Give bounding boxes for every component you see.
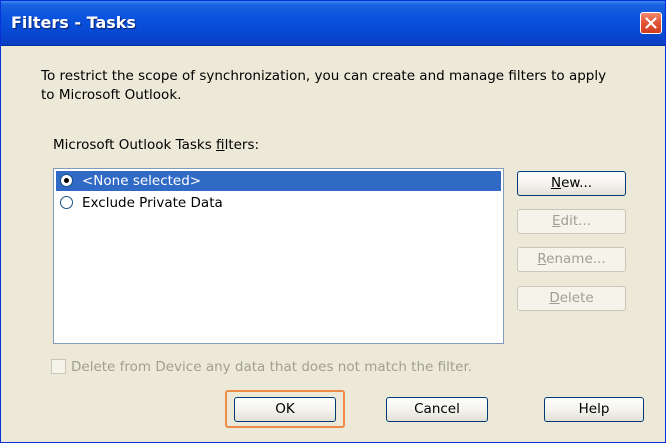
delete-button-label: elete [559, 290, 594, 306]
rename-filter-button[interactable]: Rename... [517, 247, 626, 272]
new-filter-button[interactable]: New... [517, 171, 626, 196]
close-button[interactable] [640, 12, 662, 34]
close-icon [645, 17, 657, 29]
filter-item-label: <None selected> [82, 173, 202, 189]
cancel-button[interactable]: Cancel [386, 397, 488, 422]
radio-checked-icon[interactable] [60, 174, 73, 187]
delete-nonmatching-label: Delete from Device any data that does no… [71, 359, 473, 375]
delete-filter-button[interactable]: Delete [517, 286, 626, 311]
new-button-mnemonic: N [550, 175, 562, 191]
ok-button[interactable]: OK [234, 397, 336, 422]
filter-item-label: Exclude Private Data [82, 195, 223, 211]
title-bar[interactable]: Filters - Tasks [1, 1, 665, 46]
instructions-text: To restrict the scope of synchronization… [41, 68, 607, 103]
edit-filter-button[interactable]: Edit... [517, 209, 626, 234]
rename-button-label: ename... [546, 251, 606, 267]
filters-label-suffix: ilters: [224, 137, 260, 153]
rename-button-mnemonic: R [537, 251, 547, 267]
filters-label-prefix: Microsoft Outlook Tasks [53, 137, 217, 153]
filters-label-mnemonic: f [216, 137, 225, 153]
delete-button-mnemonic: D [549, 290, 560, 306]
radio-unchecked-icon[interactable] [60, 196, 73, 209]
filters-label: Microsoft Outlook Tasks filters: [53, 137, 259, 153]
filters-tasks-dialog: Filters - Tasks To restrict the scope of… [0, 0, 666, 443]
edit-button-label: dit... [560, 213, 592, 229]
delete-nonmatching-checkbox[interactable] [51, 359, 66, 374]
new-button-label: ew... [561, 175, 593, 191]
filter-item-none-selected[interactable]: <None selected> [56, 171, 501, 191]
filter-item-exclude-private-data[interactable]: Exclude Private Data [56, 193, 501, 213]
dialog-title: Filters - Tasks [11, 13, 136, 32]
edit-button-mnemonic: E [551, 213, 561, 229]
help-button[interactable]: Help [544, 397, 644, 422]
filters-listbox[interactable]: <None selected> Exclude Private Data [53, 168, 504, 344]
